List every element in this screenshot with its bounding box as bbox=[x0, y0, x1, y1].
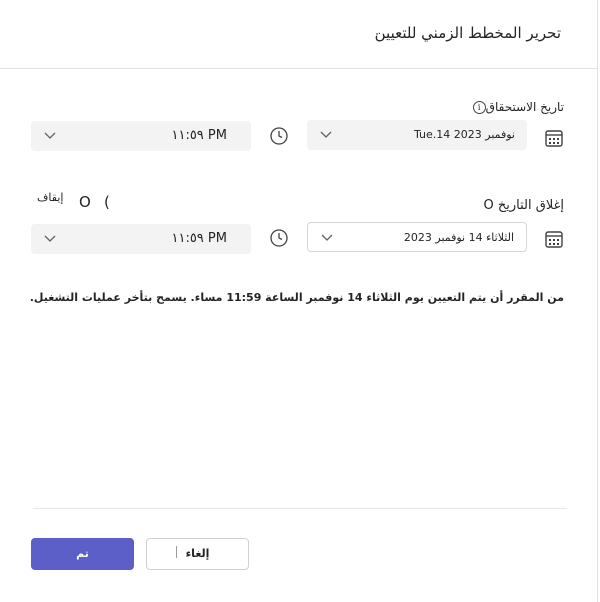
chevron-down-icon bbox=[320, 229, 334, 248]
toggle-state-label: إيقاف bbox=[37, 191, 64, 204]
dialog-title: تحرير المخطط الزمني للتعيين bbox=[374, 24, 561, 42]
info-icon[interactable]: i bbox=[472, 101, 486, 114]
calendar-icon[interactable] bbox=[544, 128, 564, 152]
footer-divider bbox=[33, 508, 567, 509]
close-date-value: الثلاثاء 14 نوفمبر 2023 bbox=[403, 231, 514, 244]
chevron-down-icon bbox=[43, 127, 57, 146]
calendar-icon[interactable] bbox=[544, 229, 564, 253]
toggle-paren-glyph: ( bbox=[104, 193, 110, 211]
due-time-dropdown[interactable]: ١١:٥٩ PM bbox=[31, 121, 251, 151]
clock-icon bbox=[269, 228, 289, 252]
close-time-dropdown[interactable]: ١١:٥٩ PM bbox=[31, 224, 251, 254]
edit-assignment-timeline-dialog: تحرير المخطط الزمني للتعيين تاريخ الاستح… bbox=[0, 0, 598, 602]
done-button[interactable]: تم bbox=[31, 538, 134, 570]
close-date-dropdown[interactable]: الثلاثاء 14 نوفمبر 2023 bbox=[307, 222, 527, 252]
chevron-down-icon bbox=[43, 230, 57, 249]
text-cursor bbox=[176, 546, 177, 558]
close-date-label: إغلاق التاريخ O bbox=[483, 198, 565, 213]
due-date-label: تاريخ الاستحقاقi bbox=[471, 100, 564, 114]
schedule-summary-text: من المقرر أن يتم التعيين يوم الثلاثاء 14… bbox=[29, 291, 564, 304]
title-artifact bbox=[376, 33, 378, 35]
toggle-ring-glyph: O bbox=[79, 193, 91, 211]
due-date-value: Tue.14 نوفمبر 2023 bbox=[413, 128, 515, 141]
cancel-button[interactable]: إلغاء bbox=[146, 538, 249, 570]
chevron-down-icon bbox=[319, 126, 333, 145]
clock-icon bbox=[269, 126, 289, 150]
due-time-value: ١١:٥٩ PM bbox=[171, 128, 227, 143]
due-date-label-text: تاريخ الاستحقاق bbox=[485, 100, 564, 114]
due-date-dropdown[interactable]: Tue.14 نوفمبر 2023 bbox=[307, 120, 527, 150]
dialog-header: تحرير المخطط الزمني للتعيين bbox=[0, 0, 597, 69]
close-time-value: ١١:٥٩ PM bbox=[171, 231, 227, 246]
